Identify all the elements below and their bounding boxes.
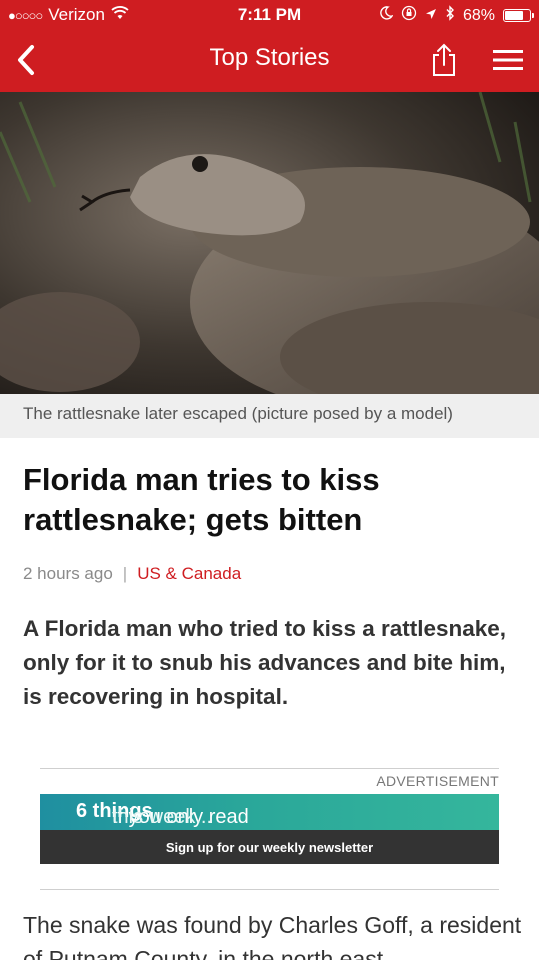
battery-level: [505, 11, 523, 20]
hamburger-menu-icon: [493, 50, 523, 70]
top-bar: ●○○○○ Verizon 7:11 PM 68% Top Stories: [0, 0, 539, 92]
ad-bottom-divider: [40, 889, 499, 890]
article-meta: 2 hours ago | US & Canada: [23, 564, 241, 584]
bluetooth-icon: [445, 5, 455, 26]
article-summary: A Florida man who tried to kiss a rattle…: [23, 616, 507, 709]
article-body: The snake was found by Charles Goff, a r…: [23, 912, 522, 960]
ad-label: ADVERTISEMENT: [376, 773, 499, 789]
status-bar: ●○○○○ Verizon 7:11 PM 68%: [0, 0, 539, 32]
nav-bar: Top Stories: [0, 32, 539, 92]
ad-cta: Sign up for our weekly newsletter: [165, 840, 374, 855]
ad-headline-suffix: this week...: [112, 806, 213, 828]
rotation-lock-icon: [401, 5, 417, 26]
battery-percent: 68%: [462, 6, 495, 24]
location-icon: [425, 7, 437, 25]
battery-icon: [503, 9, 534, 22]
article-headline: Florida man tries to kiss rattlesnake; g…: [23, 462, 380, 537]
menu-button[interactable]: [488, 38, 528, 82]
share-icon: [433, 43, 455, 76]
rattlesnake-photo: [0, 92, 539, 394]
category-link[interactable]: US & Canada: [137, 564, 241, 584]
moon-icon: [379, 6, 394, 25]
image-caption: The rattlesnake later escaped (picture p…: [0, 394, 539, 438]
meta-divider: |: [122, 564, 128, 583]
timestamp: 2 hours ago: [23, 564, 113, 583]
share-button[interactable]: [428, 38, 460, 82]
ad-top-divider: [40, 768, 499, 769]
hero-image[interactable]: [0, 92, 539, 394]
newsletter-ad-banner[interactable]: If you only read 6 things this week... S…: [40, 794, 499, 864]
